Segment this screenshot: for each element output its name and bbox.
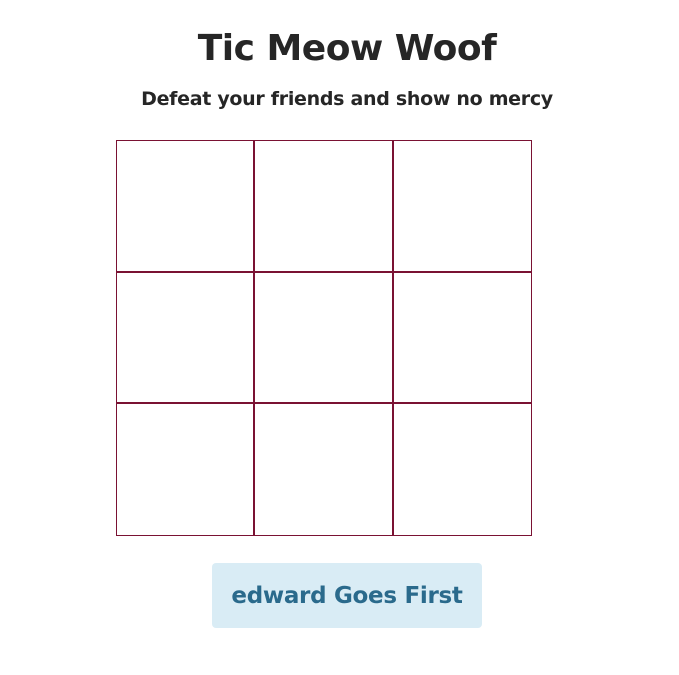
game-board: [116, 140, 532, 536]
board-cell-5[interactable]: [255, 272, 394, 405]
board-cell-1[interactable]: [117, 141, 256, 273]
board-cell-8[interactable]: [255, 404, 394, 536]
board-cell-2[interactable]: [255, 141, 394, 273]
game-title: Tic Meow Woof: [197, 28, 497, 69]
game-subtitle: Defeat your friends and show no mercy: [141, 88, 553, 110]
turn-status-button[interactable]: edward Goes First: [212, 563, 482, 628]
board-cell-3[interactable]: [393, 141, 532, 273]
board-cell-6[interactable]: [393, 272, 532, 405]
board-cell-4[interactable]: [117, 272, 256, 405]
board-cell-7[interactable]: [117, 404, 256, 536]
board-cell-9[interactable]: [393, 404, 532, 536]
